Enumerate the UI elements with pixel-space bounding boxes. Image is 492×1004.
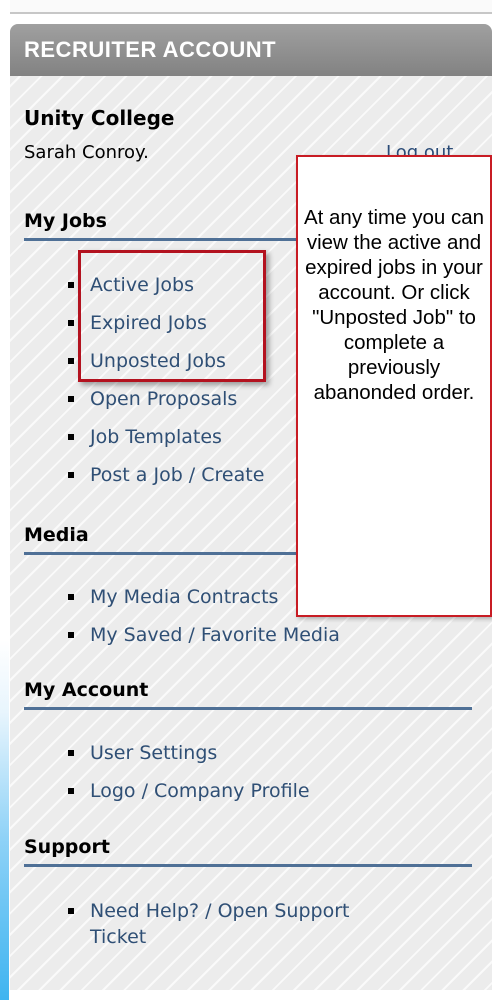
left-accent-bar — [0, 640, 9, 1000]
menu-item-post-a-job[interactable]: Post a Job / Create — [68, 462, 264, 500]
section-title-support: Support — [24, 836, 472, 867]
menu-item-need-help[interactable]: Need Help? / Open Support Ticket — [68, 898, 368, 958]
menu-item-user-settings[interactable]: User Settings — [68, 740, 310, 778]
user-name: Sarah Conroy. — [24, 142, 149, 163]
menu-item-logo-company-profile[interactable]: Logo / Company Profile — [68, 778, 310, 816]
highlight-box — [78, 250, 266, 382]
top-border — [10, 0, 492, 14]
menu-item-saved-favorite-media[interactable]: My Saved / Favorite Media — [68, 622, 340, 660]
callout-box: At any time you can view the active and … — [296, 155, 492, 617]
panel-header: RECRUITER ACCOUNT — [10, 24, 492, 76]
menu-item-job-templates[interactable]: Job Templates — [68, 424, 264, 462]
section-title-my-account: My Account — [24, 679, 472, 710]
callout-text: At any time you can view the active and … — [303, 206, 485, 404]
menu-item-open-proposals[interactable]: Open Proposals — [68, 386, 264, 424]
my-account-list: User Settings Logo / Company Profile — [68, 740, 310, 816]
company-name: Unity College — [24, 106, 175, 130]
support-list: Need Help? / Open Support Ticket — [68, 898, 368, 958]
